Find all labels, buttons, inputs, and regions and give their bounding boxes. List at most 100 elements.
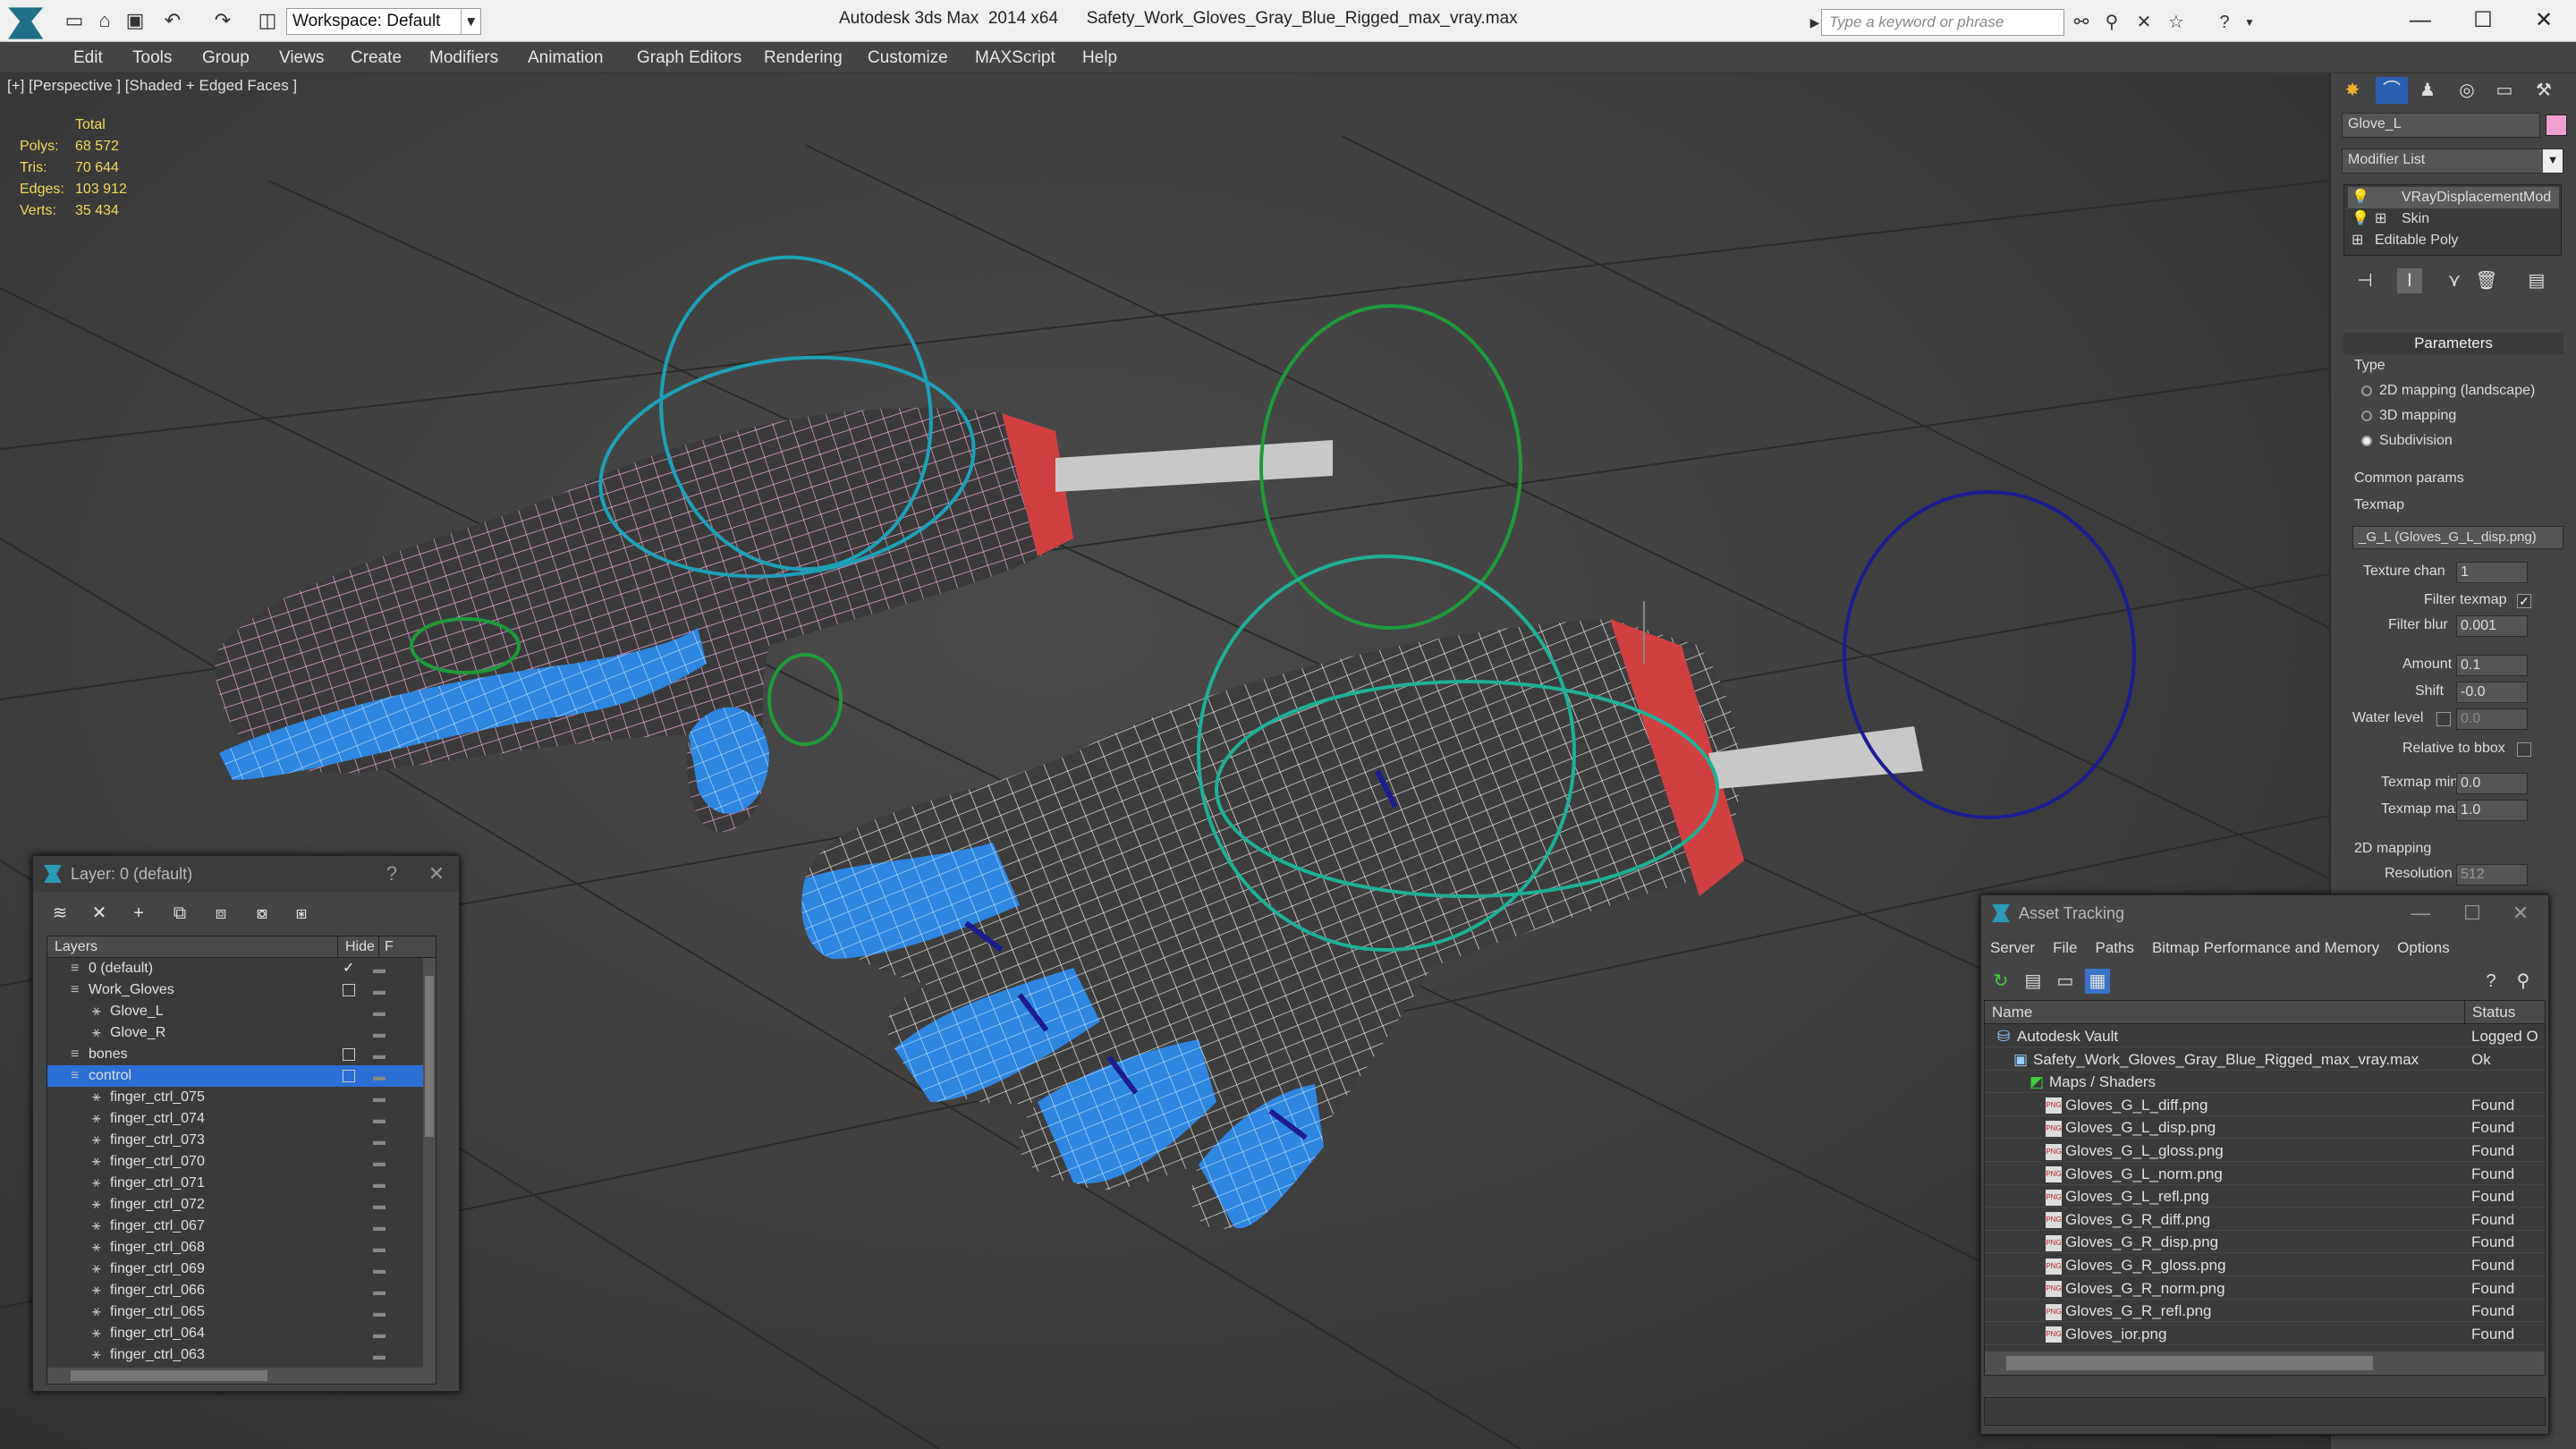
freeze-toggle[interactable]: ▬ — [373, 1087, 386, 1108]
layer-row[interactable]: ⚹ finger_ctrl_072 ▬ — [47, 1194, 427, 1216]
modify-tab-icon[interactable]: ⌒ — [2376, 77, 2408, 104]
layer-row[interactable]: ⚹ finger_ctrl_064 ▬ — [47, 1323, 427, 1344]
configure-modifier-sets-icon[interactable]: ▤ — [2524, 268, 2549, 293]
shift-spinner[interactable]: -0.0 — [2456, 682, 2528, 703]
layer-row[interactable]: ⚹ finger_ctrl_066 ▬ — [47, 1280, 427, 1301]
col-layers[interactable]: Layers — [55, 936, 97, 958]
asset-row[interactable]: PNG Gloves_G_R_disp.png Found — [1985, 1231, 2545, 1254]
layer-row[interactable]: ⚹ Glove_R ▬ — [47, 1022, 427, 1044]
customize-toolbar-icon[interactable]: ▼ — [460, 9, 483, 32]
freeze-toggle[interactable]: ▬ — [373, 1280, 386, 1301]
menu-help[interactable]: Help — [1082, 43, 1117, 73]
asset-row[interactable]: PNG Gloves_G_L_refl.png Found — [1985, 1185, 2545, 1208]
hide-all-icon[interactable]: ⧇ — [250, 901, 275, 926]
help-icon[interactable]: ? — [2213, 11, 2236, 34]
layer-row[interactable]: ⚹ finger_ctrl_065 ▬ — [47, 1301, 427, 1323]
stack-item-skin[interactable]: 💡 ⊞ Skin — [2348, 208, 2559, 230]
select-objects-icon[interactable]: ⧉ — [167, 901, 192, 926]
new-file-icon[interactable]: ▭ — [63, 9, 86, 32]
menu-views[interactable]: Views — [279, 43, 324, 73]
asset-menu-file[interactable]: File — [2053, 939, 2077, 956]
hide-toggle[interactable] — [343, 1048, 355, 1061]
add-to-layer-icon[interactable]: + — [126, 901, 151, 926]
asset-row[interactable]: PNG Gloves_G_R_refl.png Found — [1985, 1300, 2545, 1323]
radio-3d-mapping[interactable]: 3D mapping — [2361, 408, 2456, 424]
help-icon[interactable]: ? — [2479, 969, 2504, 994]
detail-view-icon[interactable]: ▭ — [2053, 969, 2078, 994]
freeze-toggle[interactable]: ▬ — [373, 1130, 386, 1151]
texmap-max-spinner[interactable]: 1.0 — [2456, 800, 2528, 821]
asset-menu-bitmap[interactable]: Bitmap Performance and Memory — [2152, 939, 2379, 956]
layer-row[interactable]: ≡ control ▬ — [47, 1065, 427, 1087]
expand-icon[interactable]: ⊞ — [2351, 230, 2363, 251]
freeze-toggle[interactable]: ▬ — [373, 1065, 386, 1087]
layer-row[interactable]: ⚹ finger_ctrl_063 ▬ — [47, 1344, 427, 1366]
freeze-toggle[interactable]: ▬ — [373, 1237, 386, 1258]
asset-row[interactable]: PNG Gloves_G_R_gloss.png Found — [1985, 1254, 2545, 1276]
search-input[interactable]: Type a keyword or phrase — [1821, 9, 2064, 36]
freeze-toggle[interactable]: ▬ — [373, 1022, 386, 1044]
parameters-rollout-header[interactable]: Parameters — [2343, 333, 2563, 354]
make-unique-icon[interactable]: ⋎ — [2442, 268, 2467, 293]
layer-row[interactable]: ≡ Work_Gloves ▬ — [47, 979, 427, 1001]
close-dialog-button[interactable]: ✕ — [421, 861, 452, 886]
asset-horizontal-scrollbar[interactable] — [1985, 1352, 2545, 1375]
asset-menu-options[interactable]: Options — [2397, 939, 2450, 956]
menu-customize[interactable]: Customize — [868, 43, 948, 73]
asset-row[interactable]: PNG Gloves_G_L_gloss.png Found — [1985, 1140, 2545, 1162]
pin-icon[interactable]: ⚲ — [2511, 969, 2536, 994]
menu-animation[interactable]: Animation — [528, 43, 604, 73]
freeze-toggle[interactable]: ▬ — [373, 1001, 386, 1022]
menu-tools[interactable]: Tools — [132, 43, 172, 73]
layer-row[interactable]: ⚹ finger_ctrl_071 ▬ — [47, 1173, 427, 1194]
hide-toggle[interactable] — [343, 1070, 355, 1082]
asset-row[interactable]: PNG Gloves_G_L_disp.png Found — [1985, 1116, 2545, 1140]
lightbulb-icon[interactable]: 💡 — [2351, 187, 2369, 208]
table-view-icon[interactable]: ▦ — [2085, 969, 2110, 994]
maximize-dialog-button[interactable]: ☐ — [2457, 901, 2487, 926]
scrollbar-thumb[interactable] — [71, 1370, 267, 1381]
menu-edit[interactable]: Edit — [73, 43, 103, 73]
scrollbar-thumb[interactable] — [2006, 1356, 2373, 1370]
maximize-button[interactable]: ☐ — [2456, 5, 2510, 36]
resolution-spinner[interactable]: 512 — [2456, 864, 2528, 886]
freeze-toggle[interactable]: ▬ — [373, 958, 386, 979]
water-level-spinner[interactable]: 0.0 — [2456, 708, 2528, 730]
relative-to-bbox-checkbox[interactable] — [2517, 742, 2531, 757]
project-folder-icon[interactable]: ◫ — [256, 9, 279, 32]
freeze-toggle[interactable]: ▬ — [373, 1258, 386, 1280]
freeze-toggle[interactable]: ▬ — [373, 979, 386, 1001]
freeze-toggle[interactable]: ▬ — [373, 1194, 386, 1216]
undo-icon[interactable]: ↶ — [161, 9, 184, 32]
texmap-button[interactable]: _G_L (Gloves_G_L_disp.png) — [2352, 526, 2563, 549]
close-button[interactable]: ✕ — [2517, 5, 2571, 36]
freeze-toggle[interactable]: ▬ — [373, 1173, 386, 1194]
app-logo-icon[interactable] — [8, 7, 44, 39]
save-icon[interactable]: ▣ — [123, 9, 147, 32]
communication-center-icon[interactable]: ✕ — [2132, 11, 2156, 34]
asset-row[interactable]: PNG Gloves_G_L_diff.png Found — [1985, 1094, 2545, 1116]
layer-row[interactable]: ⚹ finger_ctrl_074 ▬ — [47, 1108, 427, 1130]
pin-stack-icon[interactable]: ⊣ — [2352, 268, 2377, 293]
filter-texmap-checkbox[interactable]: ✓ — [2517, 594, 2531, 608]
binoculars-icon[interactable]: ⚯ — [2070, 11, 2093, 34]
asset-row[interactable]: ◩ Maps / Shaders — [1985, 1071, 2545, 1094]
help-button[interactable]: ? — [377, 861, 407, 886]
freeze-all-icon[interactable]: ⧆ — [289, 901, 314, 926]
stack-item-editable-poly[interactable]: ⊞ Editable Poly — [2348, 230, 2559, 251]
layer-row[interactable]: ≡ 0 (default) ✓ ▬ — [47, 958, 427, 979]
layer-row[interactable]: ⚹ finger_ctrl_073 ▬ — [47, 1130, 427, 1151]
asset-menu-paths[interactable]: Paths — [2095, 939, 2133, 956]
layer-row[interactable]: ⚹ finger_ctrl_069 ▬ — [47, 1258, 427, 1280]
menu-group[interactable]: Group — [202, 43, 250, 73]
layer-row[interactable]: ⚹ Glove_L ▬ — [47, 1001, 427, 1022]
redo-icon[interactable]: ↷ — [211, 9, 234, 32]
asset-row[interactable]: PNG Gloves_ior.png Found — [1985, 1323, 2545, 1345]
asset-row[interactable]: ⛁ Autodesk Vault Logged O — [1985, 1025, 2545, 1047]
stack-item-vraydisplacement[interactable]: 💡 VRayDisplacementMod — [2348, 187, 2559, 208]
motion-tab-icon[interactable]: ◎ — [2451, 77, 2483, 104]
col-name[interactable]: Name — [1992, 1001, 2032, 1024]
layer-row[interactable]: ⚹ finger_ctrl_067 ▬ — [47, 1216, 427, 1237]
asset-row[interactable]: PNG Gloves_G_R_norm.png Found — [1985, 1277, 2545, 1300]
layer-row[interactable]: ⚹ finger_ctrl_070 ▬ — [47, 1151, 427, 1173]
